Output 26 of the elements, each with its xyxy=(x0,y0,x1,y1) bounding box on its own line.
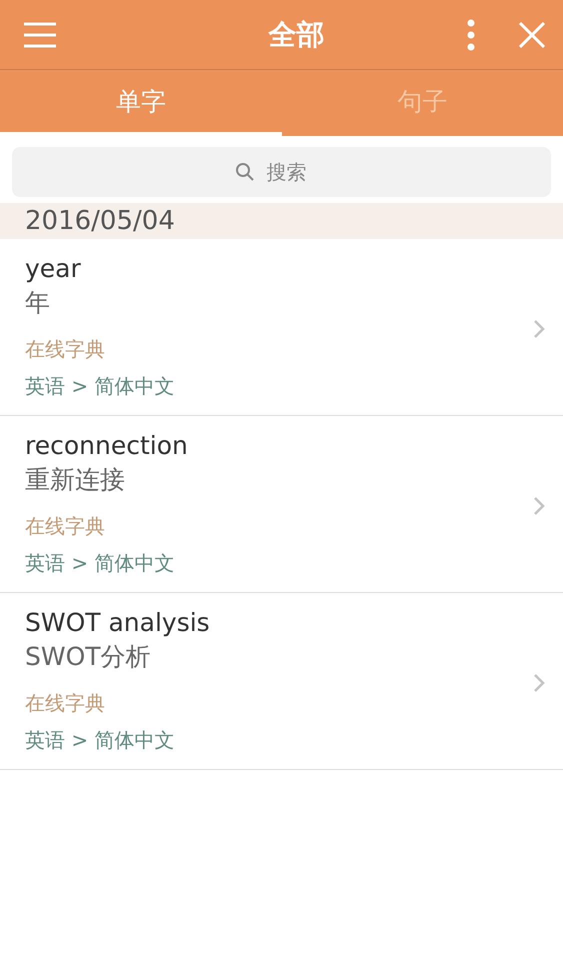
close-icon xyxy=(519,22,545,48)
search-field[interactable]: 搜索 xyxy=(264,159,328,185)
entry-languages: 英语 > 简体中文 xyxy=(25,550,176,577)
entry-source: 在线字典 xyxy=(25,690,106,717)
chevron-icon xyxy=(533,319,545,339)
entry-source: 在线字典 xyxy=(25,336,106,363)
date-header: 2016/05/04 xyxy=(0,203,563,239)
chevron-icon xyxy=(533,673,545,693)
entry-languages: 英语 > 简体中文 xyxy=(25,727,176,754)
page-title: 全部 xyxy=(267,16,326,52)
entry-word: year xyxy=(25,253,82,285)
more-icon xyxy=(467,18,475,50)
entry-languages: 英语 > 简体中文 xyxy=(25,373,176,400)
menu-icon xyxy=(24,22,56,48)
entry-word: reconnection xyxy=(25,430,189,462)
chevron-icon xyxy=(533,496,545,516)
entry-translation: 年 xyxy=(25,287,51,319)
entry-row[interactable]: year 年 在线字典 英语 > 简体中文 xyxy=(0,239,563,416)
entry-row[interactable]: reconnection 重新连接 在线字典 英语 > 简体中文 xyxy=(0,416,563,593)
search-icon xyxy=(234,162,254,182)
entry-translation: 重新连接 xyxy=(25,464,126,496)
entry-row[interactable]: SWOT analysis SWOT分析 在线字典 英语 > 简体中文 xyxy=(0,593,563,770)
entry-word: SWOT analysis xyxy=(25,607,211,639)
search-bar[interactable]: 搜索 xyxy=(12,147,551,197)
entry-translation: SWOT分析 xyxy=(25,641,152,673)
entry-source: 在线字典 xyxy=(25,513,106,540)
